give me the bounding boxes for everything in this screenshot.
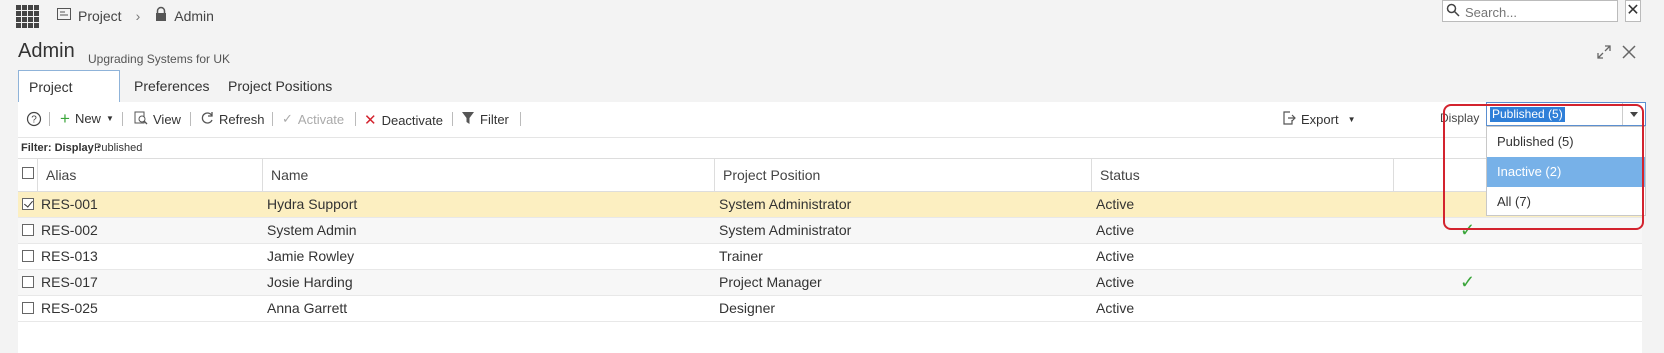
cell-alias: RES-002 xyxy=(41,222,98,238)
page-subtitle: Upgrading Systems for UK xyxy=(88,52,231,66)
view-button[interactable]: View xyxy=(134,111,181,128)
export-button[interactable]: Export ▼ xyxy=(1282,111,1356,128)
svg-text:?: ? xyxy=(31,115,37,126)
cell-name: Anna Garrett xyxy=(267,300,348,316)
refresh-button[interactable]: Refresh xyxy=(200,111,265,128)
column-alias[interactable]: Alias xyxy=(38,159,263,191)
toolbar-divider xyxy=(520,112,521,126)
toolbar: ? + New ▼ View Refresh ✓ Activate ✕ Deac… xyxy=(18,102,1642,136)
search-icon xyxy=(1446,3,1460,22)
row-checkbox[interactable] xyxy=(22,198,34,210)
toolbar-divider xyxy=(452,112,453,126)
checkmark-icon: ✓ xyxy=(1460,272,1476,292)
breadcrumb: Project › Admin xyxy=(56,6,214,25)
breadcrumb-admin[interactable]: Admin xyxy=(174,8,214,24)
close-icon[interactable] xyxy=(1621,44,1637,65)
activate-button[interactable]: ✓ Activate xyxy=(282,111,344,127)
page-title: Admin xyxy=(18,40,75,62)
plus-icon: + xyxy=(60,109,70,128)
column-status[interactable]: Status xyxy=(1092,159,1394,191)
activate-button-label: Activate xyxy=(297,111,345,127)
table-row[interactable]: RES-017 Josie Harding Project Manager Ac… xyxy=(18,270,1642,296)
app-grid-icon[interactable] xyxy=(16,5,39,28)
filter-summary-label: Filter: Display : xyxy=(21,142,101,154)
tab-bar: Project Users Preferences Project Positi… xyxy=(18,70,1642,127)
column-name[interactable]: Name xyxy=(263,159,715,191)
cell-status: Active xyxy=(1096,274,1135,290)
toolbar-divider xyxy=(122,112,123,126)
filter-button-label: Filter xyxy=(480,112,509,127)
table-row[interactable]: RES-002 System Admin System Administrato… xyxy=(18,218,1642,244)
filter-summary-value: Published xyxy=(94,142,143,154)
toolbar-divider xyxy=(272,112,273,126)
toolbar-divider xyxy=(355,112,356,126)
cell-position: Project Manager xyxy=(719,274,822,290)
refresh-icon xyxy=(200,111,214,128)
search-box[interactable] xyxy=(1442,0,1618,22)
new-button-label: New xyxy=(74,111,101,126)
chevron-right-icon: › xyxy=(135,7,141,24)
cell-alias: RES-017 xyxy=(41,274,98,290)
table-row[interactable]: RES-013 Jamie Rowley Trainer Active xyxy=(18,244,1642,270)
row-checkbox[interactable] xyxy=(22,224,34,236)
cell-name: Hydra Support xyxy=(267,196,358,212)
tab-project-positions[interactable]: Project Positions xyxy=(218,70,342,102)
filter-button[interactable]: Filter xyxy=(461,111,509,128)
cell-name: System Admin xyxy=(267,222,357,238)
highlight-callout xyxy=(1443,104,1644,230)
select-all-checkbox[interactable] xyxy=(22,167,34,179)
x-icon: ✕ xyxy=(364,112,377,129)
users-table: Alias Name Project Position Status RES-0… xyxy=(18,158,1642,322)
help-icon[interactable]: ? xyxy=(26,111,42,127)
row-checkbox[interactable] xyxy=(22,250,34,262)
search-input[interactable] xyxy=(1463,3,1597,21)
cell-position: System Administrator xyxy=(719,222,852,238)
view-icon xyxy=(134,111,148,128)
project-icon xyxy=(56,6,72,25)
tab-preferences[interactable]: Preferences xyxy=(124,70,219,102)
table-row[interactable]: RES-025 Anna Garrett Designer Active xyxy=(18,296,1642,322)
deactivate-button-label: Deactivate xyxy=(381,112,443,128)
select-all-cell xyxy=(18,159,38,191)
new-button[interactable]: + New ▼ xyxy=(60,109,114,128)
table-header: Alias Name Project Position Status xyxy=(18,158,1642,192)
refresh-button-label: Refresh xyxy=(219,112,265,127)
export-button-label: Export xyxy=(1301,112,1339,127)
cell-name: Jamie Rowley xyxy=(267,248,355,264)
cell-alias: RES-001 xyxy=(41,196,98,212)
row-checkbox[interactable] xyxy=(22,276,34,288)
expand-icon[interactable] xyxy=(1596,44,1612,65)
tab-project-users[interactable]: Project Users xyxy=(18,70,120,127)
filter-summary: Filter: Display : Published xyxy=(18,137,1642,158)
cell-alias: RES-013 xyxy=(41,248,98,264)
search-clear-icon[interactable]: ✕ xyxy=(1625,0,1641,22)
view-button-label: View xyxy=(153,112,181,127)
cell-position: System Administrator xyxy=(719,196,852,212)
column-project-position[interactable]: Project Position xyxy=(715,159,1092,191)
toolbar-divider xyxy=(190,112,191,126)
cell-position: Trainer xyxy=(719,248,763,264)
caret-down-icon: ▼ xyxy=(1347,115,1356,124)
checkmark-icon: ✓ xyxy=(282,111,293,126)
cell-status: Active xyxy=(1096,196,1135,212)
funnel-icon xyxy=(461,111,475,128)
cell-position: Designer xyxy=(719,300,776,316)
row-checkbox[interactable] xyxy=(22,302,34,314)
breadcrumb-project[interactable]: Project xyxy=(78,8,122,24)
cell-status: Active xyxy=(1096,222,1135,238)
cell-alias: RES-025 xyxy=(41,300,98,316)
lock-icon xyxy=(154,6,168,25)
toolbar-divider xyxy=(49,112,50,126)
cell-name: Josie Harding xyxy=(267,274,353,290)
deactivate-button[interactable]: ✕ Deactivate xyxy=(364,111,443,129)
cell-status: Active xyxy=(1096,300,1135,316)
cell-status: Active xyxy=(1096,248,1135,264)
caret-down-icon: ▼ xyxy=(105,114,114,123)
table-row[interactable]: RES-001 Hydra Support System Administrat… xyxy=(18,192,1642,218)
export-icon xyxy=(1282,111,1296,128)
